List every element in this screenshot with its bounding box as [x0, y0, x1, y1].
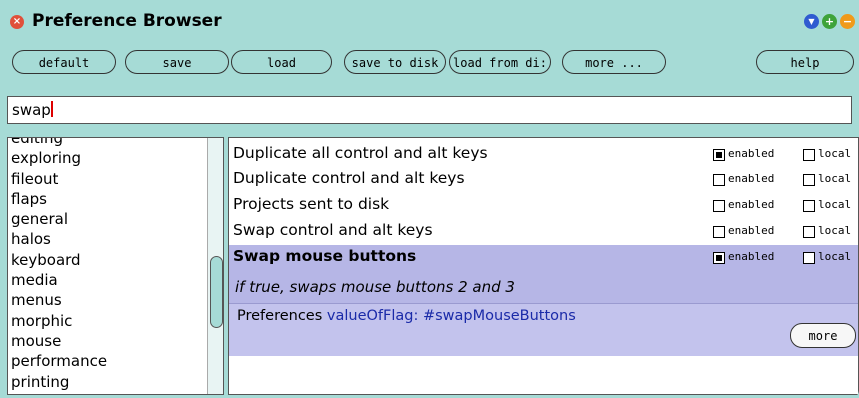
category-item-general[interactable]: general [11, 209, 107, 229]
search-input[interactable]: swap [7, 96, 852, 124]
default-button[interactable]: default [12, 50, 116, 74]
category-item-halos[interactable]: halos [11, 229, 107, 249]
search-value: swap [12, 101, 51, 119]
load-button[interactable]: load [231, 50, 332, 74]
window-title: Preference Browser [32, 11, 222, 31]
enabled-checkbox[interactable] [713, 200, 725, 212]
collapse-icon[interactable]: − [840, 14, 855, 29]
close-icon[interactable]: × [10, 15, 24, 29]
category-item-media[interactable]: media [11, 270, 107, 290]
text-cursor [50, 101, 53, 117]
code-pane[interactable]: Preferences valueOfFlag: #swapMouseButto… [229, 303, 858, 356]
local-checkbox[interactable] [803, 149, 815, 161]
local-checkbox[interactable] [803, 226, 815, 238]
local-checkbox[interactable] [803, 200, 815, 212]
category-item-exploring[interactable]: exploring [11, 148, 107, 168]
category-item-keyboard[interactable]: keyboard [11, 250, 107, 270]
preference-label: Swap control and alt keys [233, 221, 433, 239]
enabled-label: enabled [728, 224, 775, 237]
enabled-label: enabled [728, 250, 775, 263]
preference-row[interactable]: Swap control and alt keys enabled local [229, 218, 858, 243]
category-item-editing[interactable]: editing [11, 138, 107, 148]
code-selector: valueOfFlag: #swapMouseButtons [326, 308, 576, 324]
category-item-performance[interactable]: performance [11, 351, 107, 371]
scrollbar-thumb[interactable] [210, 256, 223, 328]
code-receiver: Preferences [237, 308, 323, 324]
enabled-checkbox[interactable] [713, 226, 725, 238]
preference-browser-window: × Preference Browser ▼ + − default save … [0, 0, 859, 398]
code-text[interactable]: Preferences valueOfFlag: #swapMouseButto… [237, 308, 576, 324]
enabled-checkbox[interactable] [713, 252, 725, 264]
save-to-disk-button[interactable]: save to disk [344, 50, 446, 74]
enabled-label: enabled [728, 147, 775, 160]
save-button[interactable]: save [125, 50, 229, 74]
category-item-menus[interactable]: menus [11, 290, 107, 310]
title-bar[interactable]: × Preference Browser ▼ + − [0, 0, 859, 44]
local-label: local [818, 224, 852, 237]
enabled-checkbox[interactable] [713, 174, 725, 186]
preference-row[interactable]: Projects sent to disk enabled local [229, 192, 858, 217]
window-menu-icon[interactable]: ▼ [804, 14, 819, 29]
category-scrollbar[interactable] [207, 138, 223, 394]
category-item-project[interactable]: project [11, 392, 107, 394]
preference-row[interactable]: Duplicate control and alt keys enabled loc… [229, 166, 858, 191]
enabled-label: enabled [728, 172, 775, 185]
more-detail-button[interactable]: more [790, 323, 856, 348]
preference-label: Swap mouse buttons [233, 247, 417, 265]
preference-description: if true, swaps mouse buttons 2 and 3 [235, 278, 515, 296]
load-from-disk-button[interactable]: load from di: [449, 50, 551, 74]
local-checkbox[interactable] [803, 174, 815, 186]
enabled-label: enabled [728, 198, 775, 211]
preference-label: Duplicate all control and alt keys [233, 144, 488, 162]
category-list[interactable]: editing exploring fileout flaps general halos… [7, 137, 224, 395]
preference-row[interactable]: Swap mouse buttons enabled local [229, 244, 858, 269]
category-item-fileout[interactable]: fileout [11, 169, 107, 189]
local-label: local [818, 172, 852, 185]
expand-icon[interactable]: + [822, 14, 837, 29]
category-item-morphic[interactable]: morphic [11, 311, 107, 331]
preference-row[interactable]: Duplicate all control and alt keys enable… [229, 141, 858, 166]
category-item-mouse[interactable]: mouse [11, 331, 107, 351]
category-item-flaps[interactable]: flaps [11, 189, 107, 209]
local-label: local [818, 147, 852, 160]
category-items: editing exploring fileout flaps general halos… [11, 138, 107, 394]
more-button[interactable]: more ... [562, 50, 666, 74]
preference-label: Projects sent to disk [233, 195, 390, 213]
category-item-printing[interactable]: printing [11, 372, 107, 392]
local-label: local [818, 198, 852, 211]
enabled-checkbox[interactable] [713, 149, 725, 161]
preference-list[interactable]: if true, swaps mouse buttons 2 and 3 Pre… [228, 137, 859, 395]
local-checkbox[interactable] [803, 252, 815, 264]
preference-label: Duplicate control and alt keys [233, 169, 465, 187]
help-button[interactable]: help [756, 50, 854, 74]
local-label: local [818, 250, 852, 263]
